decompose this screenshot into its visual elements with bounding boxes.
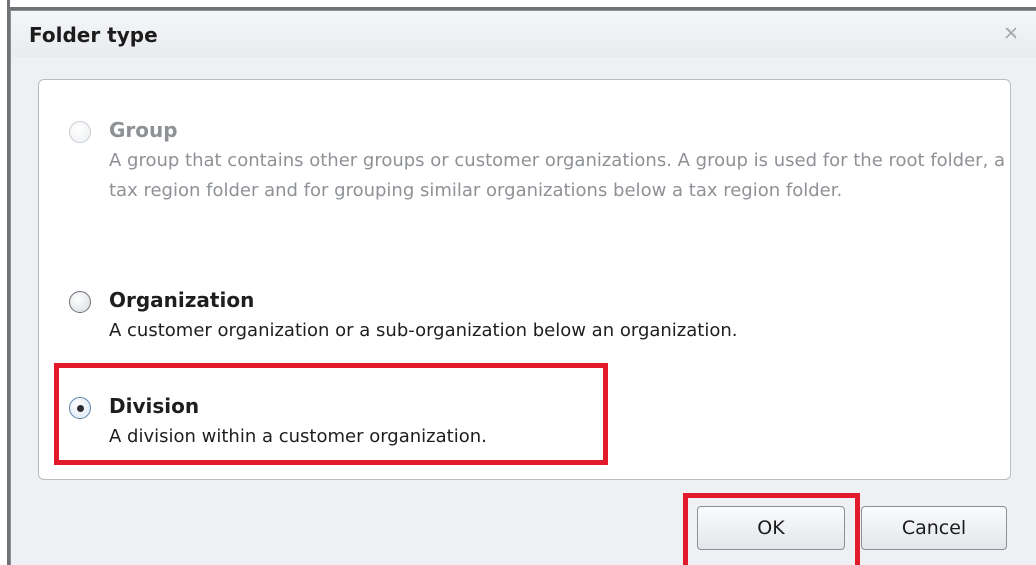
option-division-title: Division [109,394,200,418]
close-icon[interactable] [1003,25,1019,41]
option-organization-description: A customer organization or a sub-organiz… [109,320,738,341]
radio-division[interactable] [69,397,91,419]
radio-group[interactable] [69,121,91,143]
radio-selected-dot [77,405,84,412]
dialog-title: Folder type [29,23,158,47]
cancel-button[interactable]: Cancel [861,506,1007,550]
radio-organization[interactable] [69,291,91,313]
window-top-edge [0,0,1036,10]
ok-button[interactable]: OK [697,506,845,550]
window-left-edge [0,0,10,565]
option-division-description: A division within a customer organizatio… [109,426,487,447]
option-organization-title: Organization [109,288,255,312]
folder-type-dialog: Folder type Group A group that contains … [10,10,1036,565]
dialog-title-bar: Folder type [11,11,1036,57]
option-group-description: A group that contains other groups or cu… [109,150,1006,201]
folder-type-options-panel: Group A group that contains other groups… [38,79,1011,480]
option-group-title: Group [109,118,178,142]
